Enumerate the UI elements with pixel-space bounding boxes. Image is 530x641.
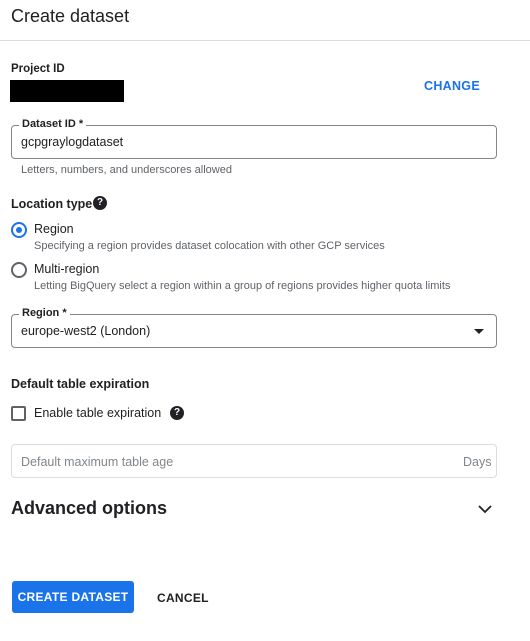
cancel-button[interactable]: CANCEL bbox=[157, 591, 209, 605]
region-option-description: Specifying a region provides dataset col… bbox=[34, 240, 385, 252]
dataset-id-field[interactable]: Dataset ID * gcpgraylogdataset bbox=[11, 118, 497, 159]
expiration-title: Default table expiration bbox=[11, 377, 150, 391]
create-dataset-button[interactable]: CREATE DATASET bbox=[12, 581, 134, 613]
multi-region-option-label: Multi-region bbox=[34, 262, 100, 276]
change-project-button[interactable]: CHANGE bbox=[424, 79, 480, 93]
help-icon[interactable]: ? bbox=[93, 196, 107, 210]
advanced-options-title: Advanced options bbox=[11, 498, 168, 518]
advanced-options-toggle[interactable]: Advanced options bbox=[0, 494, 530, 524]
dataset-id-value: gcpgraylogdataset bbox=[21, 135, 124, 149]
project-id-label: Project ID bbox=[11, 63, 65, 75]
max-table-age-placeholder: Default maximum table age bbox=[21, 455, 174, 469]
dataset-id-label: Dataset ID * bbox=[19, 118, 87, 130]
region-label: Region * bbox=[19, 307, 70, 319]
location-option-region[interactable]: Region Specifying a region provides data… bbox=[11, 221, 511, 257]
chevron-down-icon bbox=[478, 505, 492, 514]
project-id-redacted-value bbox=[10, 80, 124, 102]
header-divider bbox=[0, 40, 530, 41]
region-option-label: Region bbox=[34, 222, 74, 236]
region-value: europe-west2 (London) bbox=[21, 324, 151, 338]
enable-expiration-label: Enable table expiration bbox=[34, 406, 162, 420]
location-type-label: Location type bbox=[11, 197, 93, 211]
enable-expiration-checkbox[interactable] bbox=[11, 406, 26, 421]
radio-unselected-icon[interactable] bbox=[11, 262, 27, 278]
dataset-id-helper: Letters, numbers, and underscores allowe… bbox=[21, 164, 232, 176]
max-table-age-suffix: Days bbox=[463, 455, 492, 469]
max-table-age-field[interactable]: Default maximum table age Days bbox=[11, 444, 497, 478]
page-title: Create dataset bbox=[11, 6, 130, 26]
caret-down-icon bbox=[474, 329, 484, 334]
help-icon[interactable]: ? bbox=[170, 406, 184, 420]
region-select[interactable]: Region * europe-west2 (London) bbox=[11, 307, 497, 348]
location-option-multi-region[interactable]: Multi-region Letting BigQuery select a r… bbox=[11, 261, 521, 297]
radio-selected-icon[interactable] bbox=[11, 222, 27, 238]
multi-region-option-description: Letting BigQuery select a region within … bbox=[34, 280, 451, 292]
